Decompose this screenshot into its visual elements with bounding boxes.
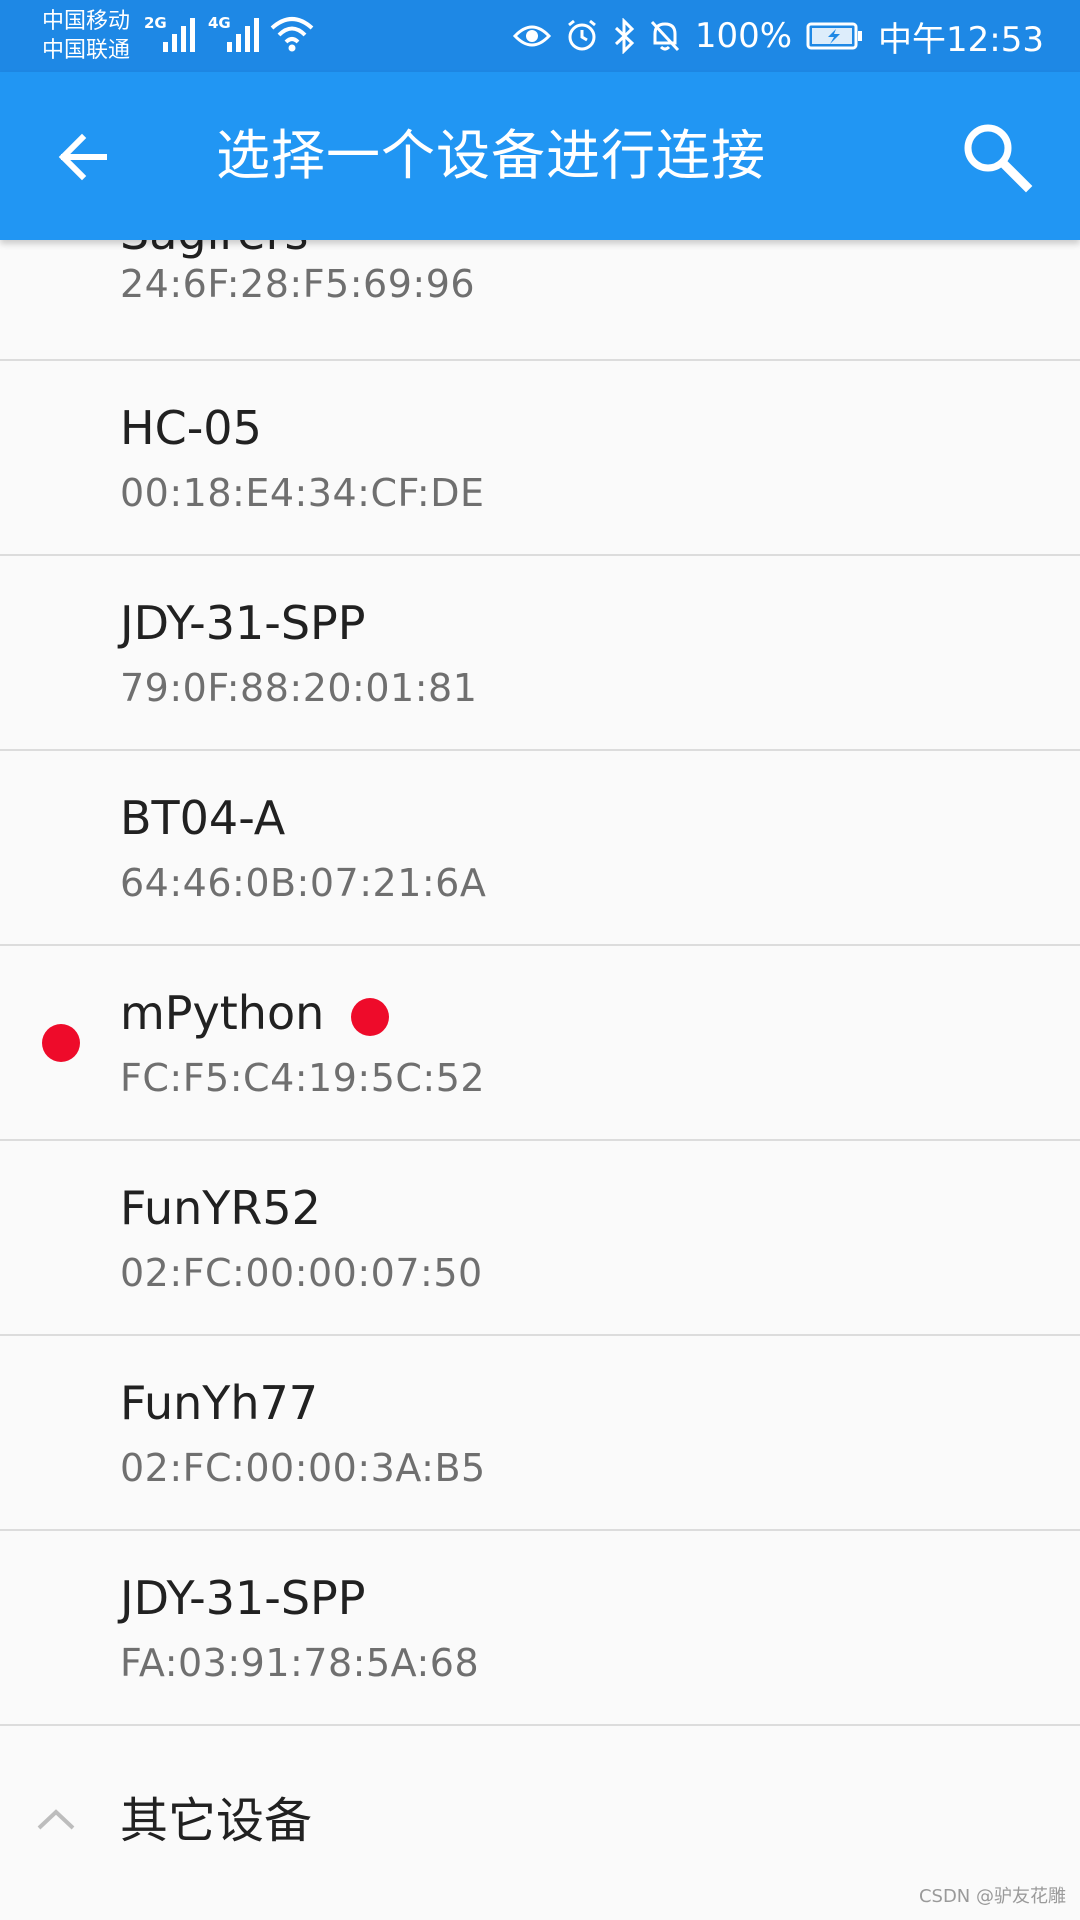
device-name: HC-05: [120, 401, 262, 455]
device-address: 02:FC:00:00:3A:B5: [120, 1446, 486, 1490]
device-item[interactable]: HC-05 00:18:E4:34:CF:DE: [0, 361, 1080, 556]
device-name: JDY-31-SPP: [120, 1571, 366, 1625]
app-bar: 选择一个设备进行连接: [0, 72, 1080, 240]
device-item[interactable]: Sagirers 24:6F:28:F5:69:96: [0, 240, 1080, 361]
battery-percent: 100%: [694, 16, 793, 56]
status-right: 100% 中午12:53: [512, 0, 1044, 72]
device-address: 02:FC:00:00:07:50: [120, 1251, 483, 1295]
chevron-up-icon: [37, 1809, 75, 1830]
wifi-icon: [270, 17, 314, 52]
page-title: 选择一个设备进行连接: [216, 124, 766, 187]
device-name: FunYR52: [120, 1181, 321, 1235]
bluetooth-icon: [613, 18, 635, 54]
device-item[interactable]: FunYh77 02:FC:00:00:3A:B5: [0, 1336, 1080, 1531]
device-item[interactable]: FunYR52 02:FC:00:00:07:50: [0, 1141, 1080, 1336]
mute-icon: [649, 19, 681, 53]
screen: 中国移动 中国联通 2G 4G 100% 中午12:53 选择一个设备进行连接 …: [0, 0, 1080, 1920]
device-address: FA:03:91:78:5A:68: [120, 1641, 480, 1685]
alarm-icon: [565, 19, 599, 53]
device-address: 24:6F:28:F5:69:96: [120, 262, 476, 306]
status-bar: 中国移动 中国联通 2G 4G 100% 中午12:53: [0, 0, 1080, 72]
other-devices-title: 其它设备: [120, 1793, 313, 1849]
watermark: CSDN @驴友花雕: [918, 1886, 1066, 1907]
device-name: mPython: [120, 986, 325, 1040]
device-item-highlighted[interactable]: mPython FC:F5:C4:19:5C:52: [0, 946, 1080, 1141]
signal-strength-icon: [227, 18, 259, 52]
device-address: 79:0F:88:20:01:81: [120, 666, 478, 710]
device-name: Sagirers: [120, 240, 308, 260]
signal-strength-icon: [163, 18, 195, 52]
device-item[interactable]: BT04-A 64:46:0B:07:21:6A: [0, 751, 1080, 946]
device-name: BT04-A: [120, 791, 286, 845]
device-address: 64:46:0B:07:21:6A: [120, 861, 487, 905]
device-name: FunYh77: [120, 1376, 319, 1430]
device-address: 00:18:E4:34:CF:DE: [120, 471, 485, 515]
carrier-2: 中国联通: [42, 38, 131, 63]
carrier-1: 中国移动: [42, 9, 131, 34]
carrier-info: 中国移动 中国联通: [42, 7, 130, 65]
device-name: JDY-31-SPP: [120, 596, 366, 650]
red-marker-dot: [351, 998, 389, 1036]
search-icon[interactable]: [956, 116, 1036, 196]
device-item[interactable]: JDY-31-SPP FA:03:91:78:5A:68: [0, 1531, 1080, 1726]
device-list: Sagirers 24:6F:28:F5:69:96 HC-05 00:18:E…: [0, 240, 1080, 1726]
arrow-left-icon[interactable]: [52, 126, 114, 188]
eye-icon: [512, 22, 551, 50]
battery-charging-icon: [806, 21, 864, 51]
device-address: FC:F5:C4:19:5C:52: [120, 1056, 486, 1100]
red-marker-dot: [42, 1024, 80, 1062]
clock: 中午12:53: [878, 19, 1044, 60]
device-item[interactable]: JDY-31-SPP 79:0F:88:20:01:81: [0, 556, 1080, 751]
